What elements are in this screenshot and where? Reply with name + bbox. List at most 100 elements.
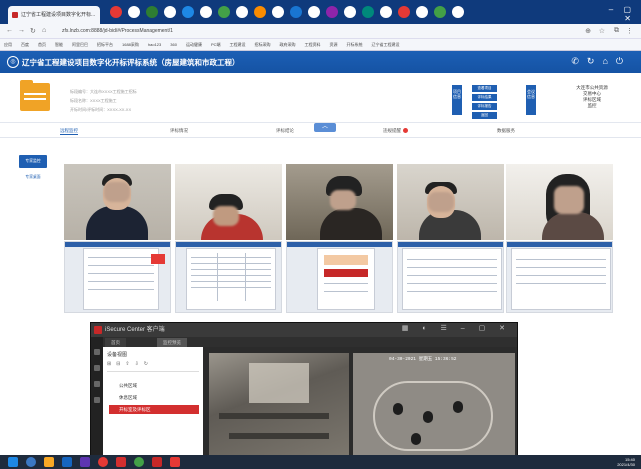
eval-report-button[interactable]: 评标报告 [472, 103, 497, 110]
tree-item-rest[interactable]: 休息区域 [109, 393, 199, 402]
bookmark-item[interactable]: hao123 [148, 42, 161, 47]
bookmark-item[interactable]: 资源 [330, 42, 338, 47]
explorer-icon[interactable] [44, 457, 54, 467]
tab-icon-17[interactable] [398, 6, 410, 18]
tab-icon-1[interactable] [110, 6, 122, 18]
start-icon[interactable] [8, 457, 18, 467]
expert-screen-3[interactable] [286, 241, 393, 313]
expert-screen-4[interactable] [397, 241, 504, 313]
tab-icon-19[interactable] [434, 6, 446, 18]
power-icon[interactable]: ⏻ [616, 56, 631, 66]
bookmark-item[interactable]: 政府采购 [280, 42, 296, 47]
bookmark-item[interactable]: 360 [170, 42, 177, 47]
settings-icon[interactable] [94, 397, 100, 403]
ie-icon[interactable] [26, 457, 36, 467]
bookmark-item[interactable]: 辽宁省工程建设 [372, 42, 400, 47]
star-icon[interactable]: ☆ [599, 27, 605, 35]
project-info-tag[interactable]: 项目信息 [452, 85, 462, 115]
ivms-window-controls[interactable]: ▦ ◐ ☰ – ▢ ✕ [402, 324, 511, 332]
tab-icon-10[interactable] [272, 6, 284, 18]
expert-screen-1[interactable] [64, 241, 171, 313]
bookmark-item[interactable]: 首页 [38, 42, 46, 47]
bookmark-item[interactable]: 招标采购 [255, 42, 271, 47]
meeting-info-tag[interactable]: 会议信息 [526, 85, 536, 115]
tab-icon-13[interactable] [326, 6, 338, 18]
refresh-icon[interactable]: ↻ [587, 56, 603, 66]
app-icon[interactable] [170, 457, 180, 467]
return-button[interactable]: 返回 [472, 112, 497, 119]
preview-icon[interactable] [94, 365, 100, 371]
bookmark-item[interactable]: 百度 [21, 42, 29, 47]
tab-icon-16[interactable] [380, 6, 392, 18]
home-icon[interactable]: ⌂ [42, 27, 46, 34]
wps-icon[interactable] [116, 457, 126, 467]
tab-icon-9[interactable] [254, 6, 266, 18]
expert-camera-3[interactable] [286, 164, 393, 240]
tab-icon-4[interactable] [164, 6, 176, 18]
tab-icon-6[interactable] [200, 6, 212, 18]
bookmark-item[interactable]: 运动健康 [186, 42, 202, 47]
tab-icon-11[interactable] [290, 6, 302, 18]
isecure-center-window[interactable]: iSecure Center 客户端 ▦ ◐ ☰ – ▢ ✕ 首页 监控预览 设… [90, 322, 518, 462]
window-controls[interactable]: – ▢ ✕ [605, 5, 635, 23]
phone-icon[interactable]: ✆ [571, 56, 587, 66]
tab-icon-14[interactable] [344, 6, 356, 18]
bookmark-item[interactable]: 1688采购 [122, 42, 139, 47]
view-project-button[interactable]: 查看项目 [472, 85, 497, 92]
tree-item-public[interactable]: 公共区域 [109, 381, 199, 390]
bookmark-item[interactable]: 工程资料 [305, 42, 321, 47]
app-icon[interactable] [80, 457, 90, 467]
eval-result-button[interactable]: 评标结果 [472, 94, 497, 101]
tree-item-eval-room[interactable]: 开标室及评标区 [109, 405, 199, 414]
tab-icon-3[interactable] [146, 6, 158, 18]
tab-violation-alert[interactable]: 违规提醒 [383, 128, 408, 134]
url-field[interactable]: zfs.lnzb.com:8888/jd-bid/#/ProcessManage… [62, 27, 262, 36]
expert-screen-5[interactable] [506, 241, 613, 313]
app-icon[interactable] [62, 457, 72, 467]
back-icon[interactable]: ← [6, 27, 13, 34]
bookmark-item[interactable]: 阿里巴巴 [72, 42, 88, 47]
expert-camera-4[interactable] [397, 164, 504, 240]
tab-icon-12[interactable] [308, 6, 320, 18]
bookmark-item[interactable]: PC端 [211, 42, 221, 47]
ivms-tab-home[interactable]: 首页 [105, 338, 126, 347]
bookmark-item[interactable]: 招标平台 [97, 42, 113, 47]
tab-eval-conclusion[interactable]: 评标结论 [276, 128, 294, 134]
app-icon[interactable] [152, 457, 162, 467]
bookmark-item[interactable]: 开标系统 [347, 42, 363, 47]
bookmark-item[interactable]: 应用 [4, 42, 12, 47]
tab-icon-15[interactable] [362, 6, 374, 18]
camera-view-1[interactable] [209, 353, 349, 461]
tab-remote-monitor[interactable]: 远程监控 [60, 128, 78, 135]
forward-icon[interactable]: → [18, 27, 25, 34]
ivms-tab-preview[interactable]: 监控预览 [157, 338, 187, 347]
zoom-icon[interactable]: ⊕ [585, 27, 591, 35]
tab-icon-2[interactable] [128, 6, 140, 18]
browser-tab[interactable]: 辽宁省工程建设项目数字化开标... [8, 6, 100, 24]
taskbar-clock[interactable]: 15:40 2021/4/30 [617, 457, 635, 467]
menu-icon[interactable] [94, 349, 100, 355]
playback-icon[interactable] [94, 381, 100, 387]
menu-icon[interactable]: ⋮ [626, 27, 633, 35]
expert-camera-2[interactable] [175, 164, 282, 240]
reload-icon[interactable]: ↻ [30, 27, 36, 35]
app-icon[interactable] [98, 457, 108, 467]
expert-camera-5[interactable] [506, 164, 613, 240]
expert-screen-2[interactable] [175, 241, 282, 313]
tab-icon-5[interactable] [182, 6, 194, 18]
tab-icon-7[interactable] [218, 6, 230, 18]
nav-expert-desktop[interactable]: 专家桌面 [19, 172, 47, 182]
tab-data-service[interactable]: 数据服务 [497, 128, 515, 134]
nav-expert-monitor[interactable]: 专家监控 [19, 155, 47, 168]
tab-eval-status[interactable]: 评标情况 [170, 128, 188, 134]
tab-icon-8[interactable] [236, 6, 248, 18]
tree-toolbar[interactable]: ⊞⊟⇧⇩↻ [107, 361, 197, 369]
bookmark-item[interactable]: 智能 [55, 42, 63, 47]
extensions-icon[interactable]: ⧉ [614, 27, 619, 35]
bookmark-item[interactable]: 工程建设 [230, 42, 246, 47]
home-icon[interactable]: ⌂ [602, 56, 615, 66]
expert-camera-1[interactable] [64, 164, 171, 240]
camera-view-2[interactable]: 04-30-2021 星期五 15:36:52 [353, 353, 515, 461]
tab-icon-20[interactable] [452, 6, 464, 18]
tab-icon-18[interactable] [416, 6, 428, 18]
